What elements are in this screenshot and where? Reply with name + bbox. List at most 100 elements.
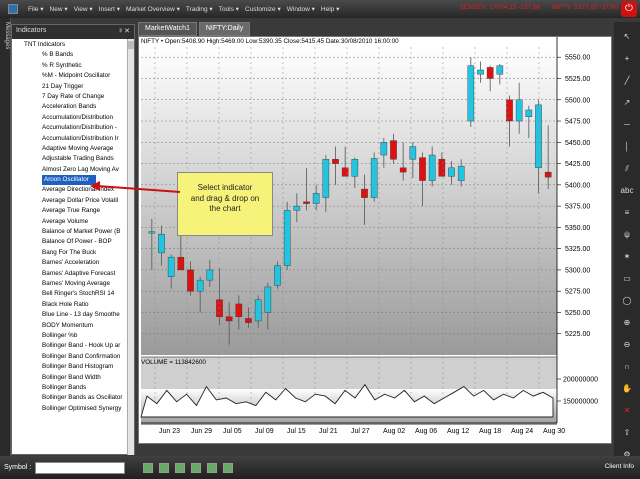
ellipse-icon[interactable]: ◯ [620,294,634,308]
hline-icon[interactable]: ─ [620,118,634,132]
price-chart[interactable]: 5550.00 5525.00 5500.00 5475.00 5450.00 5425.… [139,37,612,444]
indicator-item[interactable]: Aroon Oscillator [42,175,96,186]
indicator-item[interactable]: Black Hole Ratio [14,300,134,310]
indicator-item[interactable]: Adjustable Trading Bands [14,154,134,164]
indicator-item[interactable]: BODY Momentum [14,321,134,331]
chart-info-line: NIFTY • Open:5408.90 High:5469.00 Low:53… [141,38,399,45]
indicator-item[interactable]: Barnes' Adaptive Forecast [14,269,134,279]
menu-item[interactable]: View ▾ [74,5,93,13]
indicator-item[interactable]: Bollinger Bands as Oscillator [14,393,134,403]
menu-item[interactable]: Window ▾ [287,5,315,13]
menu-item[interactable]: Trading ▾ [186,5,213,13]
grid-icon[interactable] [159,462,170,473]
price-tick-label: 5475.00 [565,119,590,126]
candle-up [148,231,156,234]
channel-icon[interactable]: ⫽ [620,162,634,176]
tab-nifty-daily[interactable]: NIFTY:Daily [198,22,251,36]
indicator-item[interactable]: Barnes' Acceleration [14,258,134,268]
menu-item[interactable]: Market Overview ▾ [126,5,180,13]
candle-down [225,316,233,322]
browser-icon[interactable] [175,462,186,473]
zoom-out-icon[interactable]: ⊖ [620,338,634,352]
indicator-item[interactable]: % B Bands [14,50,134,60]
indicator-item[interactable]: 21 Day Trigger [14,82,134,92]
candle-up [322,159,330,198]
zoom-in-icon[interactable]: ⊕ [620,316,634,330]
magnet-icon[interactable]: ∩ [620,360,634,374]
menu-icons [8,4,22,14]
chart-window[interactable]: 5550.00 5525.00 5500.00 5475.00 5450.00 5425.… [138,36,612,444]
indicator-item[interactable]: Bollinger Band Histogram [14,362,134,372]
indicator-item[interactable]: Bollinger Band - Hook Up ar [14,341,134,351]
arrow-icon[interactable]: ↖ [620,30,634,44]
arrow-up-icon[interactable]: ⇧ [620,426,634,440]
indicator-item[interactable]: Accumulation/Distribution - [14,123,134,133]
indicator-item[interactable]: Bollinger Bands [14,383,134,393]
volume-tick-label: 150000000 [563,399,598,406]
indicator-item[interactable]: Average Volume [14,217,134,227]
menu-item[interactable]: Help ▾ [321,5,339,13]
tab-marketwatch1[interactable]: MarketWatch1 [138,22,197,36]
indicator-item[interactable]: Acceleration Bands [14,102,134,112]
indicator-item[interactable]: Blue Line - 13 day Smoothe [14,310,134,320]
indicator-item[interactable]: Barnes' Moving Average [14,279,134,289]
menu-item[interactable]: Tools ▾ [219,5,239,13]
menu-item[interactable]: Insert ▾ [99,5,120,13]
delete-icon[interactable]: ✕ [620,404,634,418]
indicator-item[interactable]: Bollinger Band Confirmation [14,352,134,362]
callout-line: and drag & drop on [190,193,260,203]
vline-icon[interactable]: │ [620,140,634,154]
candle-up [477,69,484,75]
text-icon[interactable]: abc [620,184,634,198]
calc-icon[interactable] [191,462,202,473]
menu-item[interactable]: Customize ▾ [245,5,281,13]
chart-icon[interactable] [143,462,154,473]
indicator-item[interactable]: 7 Day Rate of Change [14,92,134,102]
pan-icon[interactable]: ✋ [620,382,634,396]
date-tick-label: Jul 21 [319,428,338,435]
gann-icon[interactable]: ✶ [620,250,634,264]
scrollbar-thumb[interactable] [128,41,134,49]
indicator-item[interactable]: Bollinger Band Width [14,373,134,383]
bars-icon[interactable] [207,462,218,473]
candle-up [283,210,291,266]
ray-icon[interactable]: ↗ [620,96,634,110]
client-info[interactable]: Client Info [605,463,634,470]
indicator-item[interactable]: Bollinger %b [14,331,134,341]
price-tick-label: 5325.00 [565,246,590,253]
tree-root[interactable]: TNT Indicators [14,40,134,50]
pitchfork-icon[interactable]: ψ [620,228,634,242]
indicator-item[interactable]: Almost Zero Lag Moving Av [14,165,134,175]
menu-item[interactable]: New ▾ [50,5,68,13]
indicator-tree: TNT Indicators % B Bands% R Synthetic %M … [12,39,134,414]
panel-controls[interactable]: ᵖ ✕ [120,27,130,37]
indicator-item[interactable]: Accumulation/Distribution Ir [14,134,134,144]
refresh-icon[interactable] [223,462,234,473]
price-tick-label: 5275.00 [565,289,590,296]
candle-up [158,233,165,254]
indicator-item[interactable]: Average True Range [14,206,134,216]
indicator-item[interactable]: % R Synthetic [14,61,134,71]
power-icon[interactable]: ⏻ [621,1,637,17]
candle-down [544,171,552,178]
fib-icon[interactable]: ≡ [620,206,634,220]
indicator-item[interactable]: Bell Ringer's StochRSI 14 [14,289,134,299]
rect-icon[interactable]: ▭ [620,272,634,286]
symbol-input[interactable] [35,461,126,474]
panel-scrollbar[interactable] [127,39,134,455]
market-ticker: SENSEX: 17874.15 -157.96 NIFTY: 5377.85 … [449,4,618,11]
indicator-item[interactable]: Bollinger Optimised Synergy [14,404,134,414]
line-icon[interactable]: ╱ [620,74,634,88]
crosshair-icon[interactable]: + [620,52,634,66]
indicator-item[interactable]: Accumulation/Distribution [14,113,134,123]
candle-up [196,279,204,292]
indicator-item[interactable]: Balance Of Power - BOP [14,237,134,247]
app-icon[interactable] [8,4,18,14]
indicator-item[interactable]: Balance of Market Power (B [14,227,134,237]
indicator-item[interactable]: Bang For The Buck [14,248,134,258]
menu-item[interactable]: File ▾ [28,5,44,13]
indicator-item[interactable]: %M - Midpoint Oscillator [14,71,134,81]
indicator-item[interactable]: Adaptive Moving Average [14,144,134,154]
messages-strip[interactable]: Messages [0,18,11,456]
candle-up [448,167,455,177]
